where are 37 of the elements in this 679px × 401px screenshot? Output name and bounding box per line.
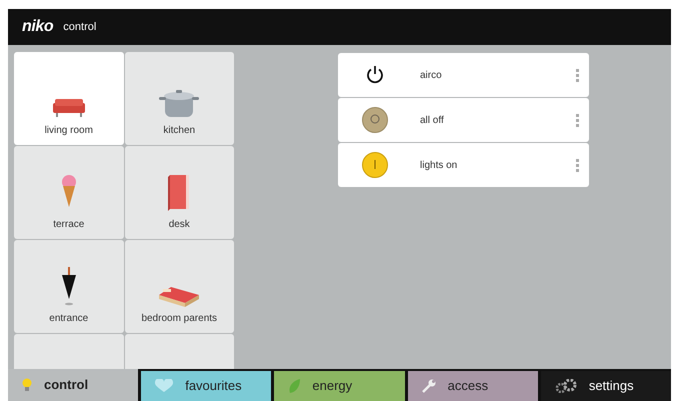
- scene-label: lights on: [420, 158, 458, 172]
- gears-icon: [554, 379, 577, 393]
- scene-label: all off: [420, 114, 445, 128]
- more-options-icon[interactable]: [576, 158, 579, 172]
- nav-tab[interactable]: access: [408, 371, 538, 401]
- room-label: kitchen: [163, 124, 196, 138]
- room-label: living room: [44, 124, 93, 138]
- scene-row[interactable]: all off: [338, 98, 589, 142]
- scene-label: airco: [420, 68, 443, 82]
- nav-tab[interactable]: settings: [540, 371, 672, 401]
- sofa-icon: [50, 97, 87, 119]
- nav-tab[interactable]: favourites: [141, 371, 272, 401]
- room-label: entrance: [49, 312, 88, 326]
- scene-row[interactable]: airco: [338, 53, 589, 97]
- room-tile[interactable]: entrance: [14, 240, 124, 333]
- wrench-icon: [422, 379, 436, 393]
- room-tile[interactable]: kitchen: [124, 52, 234, 145]
- room-tile[interactable]: terrace: [14, 146, 124, 239]
- room-tile[interactable]: desk: [124, 146, 234, 239]
- room-label: terrace: [53, 218, 84, 232]
- room-tile[interactable]: bedroom parents: [124, 240, 234, 333]
- room-tile[interactable]: living room: [14, 52, 124, 145]
- on-button-icon: [361, 151, 389, 179]
- header-title: control: [63, 20, 96, 35]
- logo: niko: [22, 17, 54, 37]
- more-options-icon[interactable]: [576, 114, 579, 126]
- leaf-icon: [288, 378, 300, 394]
- heart-icon: [155, 379, 174, 393]
- power-icon: [365, 65, 385, 85]
- nav-tab[interactable]: control: [8, 369, 138, 401]
- scene-row[interactable]: lights on: [338, 143, 589, 187]
- off-button-icon: [361, 106, 389, 134]
- nav-tab[interactable]: energy: [274, 371, 405, 401]
- room-label: desk: [168, 218, 190, 232]
- room-label: bedroom parents: [141, 312, 218, 326]
- bulb-icon: [22, 378, 32, 392]
- more-options-icon[interactable]: [576, 68, 579, 82]
